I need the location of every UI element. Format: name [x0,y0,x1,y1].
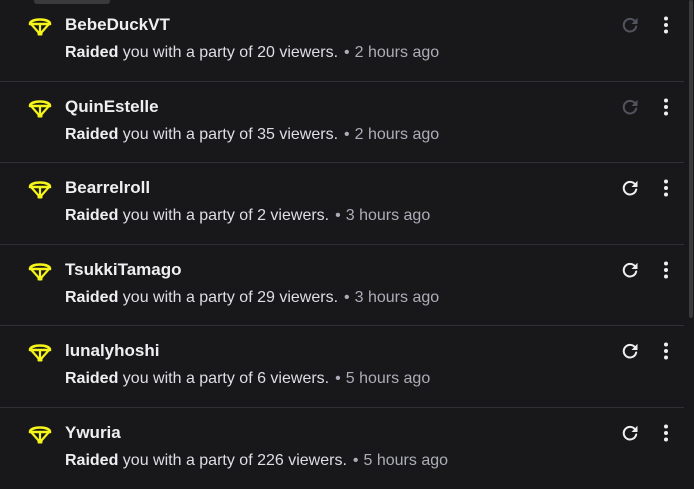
raid-detail: Raided you with a party of 6 viewers. • 5 … [65,370,430,388]
raid-detail: Raided you with a party of 2 viewers. • 3 … [65,207,430,225]
refresh-icon [621,179,639,197]
list-item: lunalyhoshi Raided you with a party of 6… [0,326,684,408]
raider-name[interactable]: BebeDuckVT [65,15,170,35]
refresh-icon [621,342,639,360]
separator-dot: • [335,370,341,387]
refresh-icon [621,261,639,279]
refresh-button[interactable] [618,339,642,363]
more-vertical-icon [663,261,669,279]
refresh-icon [621,424,639,442]
raid-label: Raided [65,207,118,224]
parachute-icon [28,15,52,37]
timestamp: 2 hours ago [355,126,440,143]
separator-dot: • [344,289,350,306]
list-item: QuinEstelle Raided you with a party of 3… [0,82,684,164]
raider-name[interactable]: Bearrelroll [65,178,150,198]
raid-label: Raided [65,44,118,61]
raid-detail: Raided you with a party of 35 viewers. • 2… [65,126,439,144]
raid-description: you with a party of 2 viewers. [123,207,329,224]
more-vertical-icon [663,16,669,34]
refresh-icon [621,98,639,116]
refresh-icon [621,16,639,34]
list-item: Ywuria Raided you with a party of 226 vi… [0,408,684,489]
refresh-button[interactable] [618,13,642,37]
raid-label: Raided [65,370,118,387]
more-vertical-icon [663,342,669,360]
more-vertical-icon [663,424,669,442]
more-options-button[interactable] [656,176,676,200]
refresh-button[interactable] [618,258,642,282]
more-vertical-icon [663,98,669,116]
timestamp: 2 hours ago [355,44,440,61]
refresh-button[interactable] [618,95,642,119]
separator-dot: • [335,207,341,224]
more-options-button[interactable] [656,13,676,37]
raid-description: you with a party of 6 viewers. [123,370,329,387]
scrollbar-thumb[interactable] [689,0,693,318]
raid-detail: Raided you with a party of 20 viewers. • 2… [65,44,439,62]
parachute-icon [28,97,52,119]
raid-description: you with a party of 35 viewers. [123,126,338,143]
separator-dot: • [344,44,350,61]
separator-dot: • [353,452,359,469]
timestamp: 3 hours ago [346,207,431,224]
raid-label: Raided [65,452,118,469]
scrollbar[interactable] [684,0,694,480]
raid-detail: Raided you with a party of 226 viewers. •… [65,452,448,470]
more-vertical-icon [663,179,669,197]
parachute-icon [28,260,52,282]
list-item: Bearrelroll Raided you with a party of 2… [0,163,684,245]
parachute-icon [28,341,52,363]
list-item: TsukkiTamago Raided you with a party of … [0,245,684,327]
raid-description: you with a party of 29 viewers. [123,289,338,306]
raid-label: Raided [65,126,118,143]
timestamp: 5 hours ago [364,452,449,469]
refresh-button[interactable] [618,421,642,445]
raider-name[interactable]: QuinEstelle [65,97,159,117]
list-item: BebeDuckVT Raided you with a party of 20… [0,0,684,82]
separator-dot: • [344,126,350,143]
more-options-button[interactable] [656,95,676,119]
parachute-icon [28,423,52,445]
refresh-button[interactable] [618,176,642,200]
timestamp: 3 hours ago [355,289,440,306]
raid-activity-list: BebeDuckVT Raided you with a party of 20… [0,0,684,489]
more-options-button[interactable] [656,339,676,363]
raider-name[interactable]: TsukkiTamago [65,260,182,280]
raid-description: you with a party of 20 viewers. [123,44,338,61]
timestamp: 5 hours ago [346,370,431,387]
more-options-button[interactable] [656,258,676,282]
raider-name[interactable]: lunalyhoshi [65,341,159,361]
more-options-button[interactable] [656,421,676,445]
raider-name[interactable]: Ywuria [65,423,121,443]
raid-label: Raided [65,289,118,306]
parachute-icon [28,178,52,200]
raid-description: you with a party of 226 viewers. [123,452,347,469]
raid-detail: Raided you with a party of 29 viewers. • 3… [65,289,439,307]
